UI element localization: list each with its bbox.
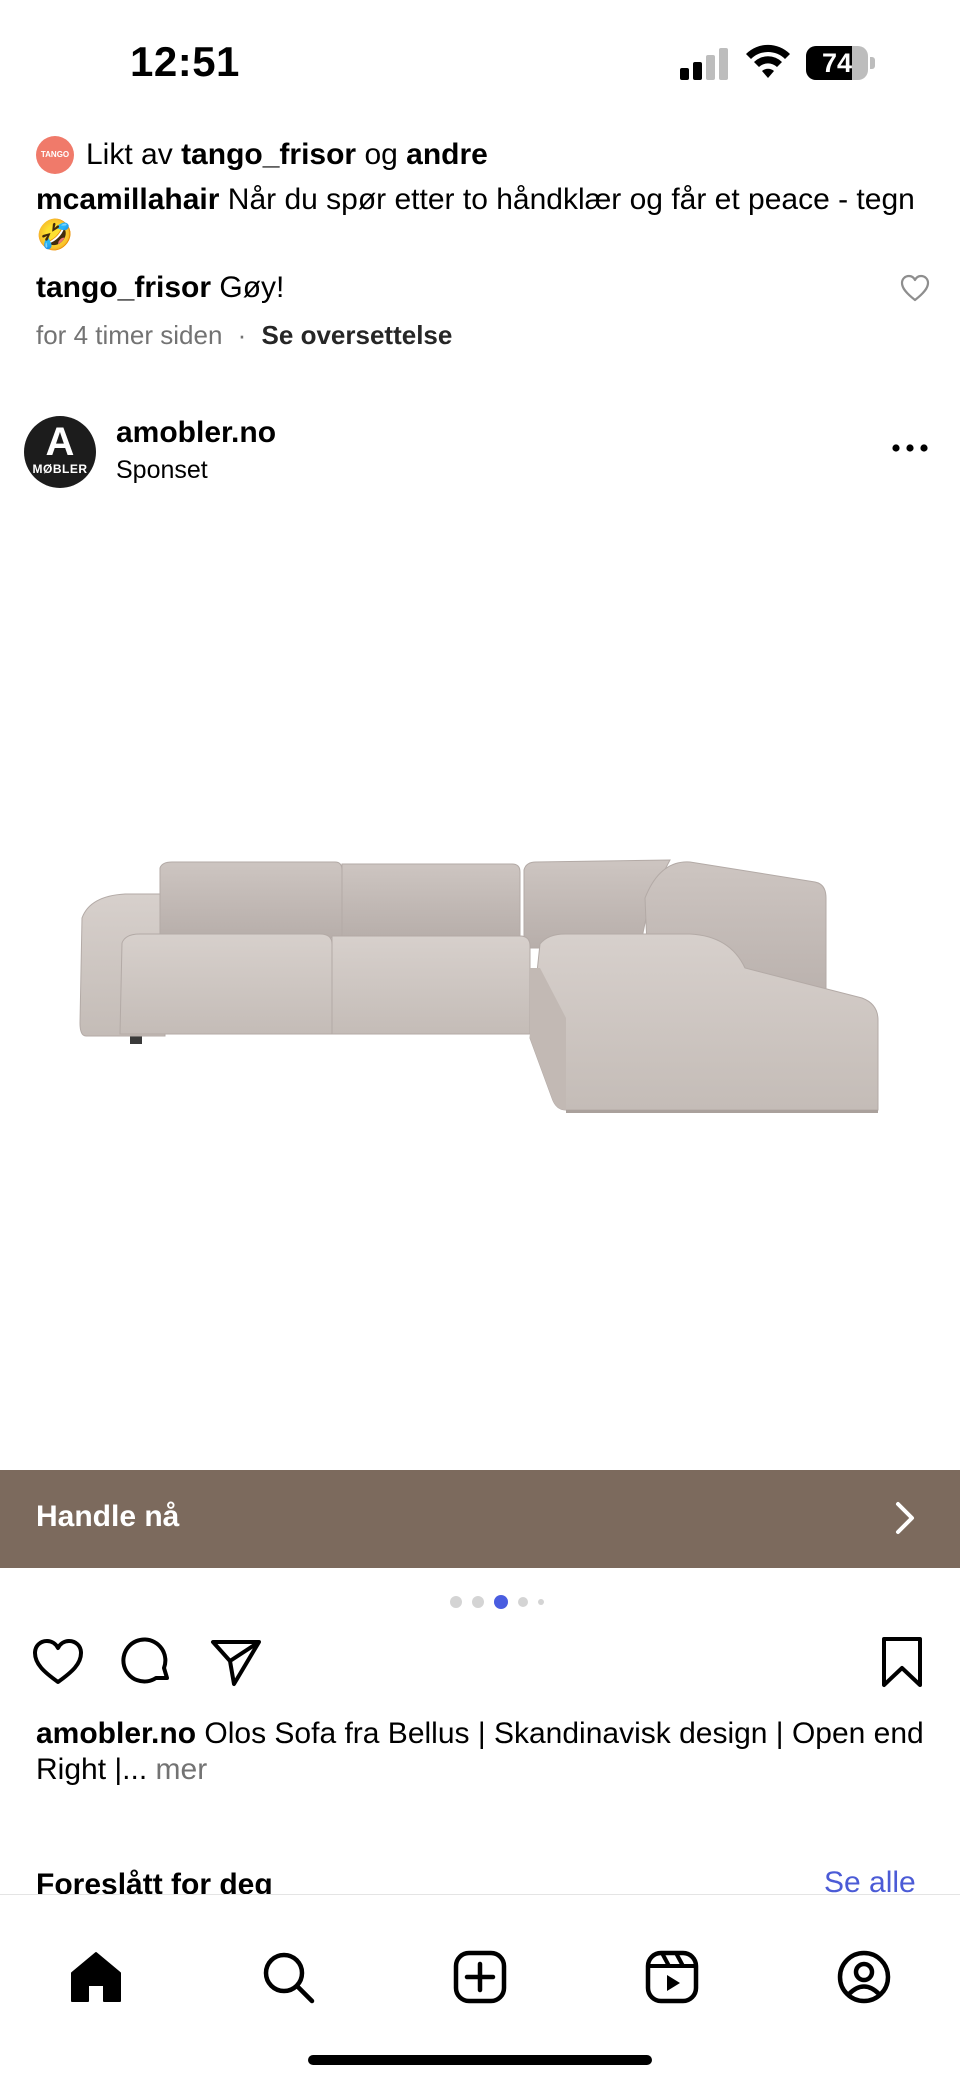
save-bookmark-icon[interactable] <box>874 1634 930 1690</box>
carousel-dot <box>472 1596 484 1608</box>
meta-separator: · <box>237 320 247 350</box>
liked-others-link[interactable]: andre <box>406 137 488 173</box>
post-meta-row: for 4 timer siden · Se oversettelse <box>36 320 452 351</box>
battery-icon: 74 <box>806 46 876 82</box>
signal-icon <box>680 48 728 80</box>
sponsored-label: Sponset <box>116 456 208 484</box>
search-icon[interactable] <box>260 1949 316 2005</box>
carousel-indicator <box>450 1595 544 1609</box>
comment-username[interactable]: tango_frisor <box>36 271 211 304</box>
caption-username[interactable]: mcamillahair <box>36 183 219 216</box>
reels-icon[interactable] <box>644 1949 700 2005</box>
shop-now-label: Handle nå <box>36 1500 180 1533</box>
comment-row: tango_frisor Gøy! <box>36 270 284 306</box>
like-heart-icon[interactable] <box>30 1634 86 1690</box>
status-time: 12:51 <box>130 38 240 85</box>
battery-level: 74 <box>821 48 853 78</box>
post-caption: amobler.no Olos Sofa fra Bellus | Skandi… <box>36 1716 936 1788</box>
create-post-icon[interactable] <box>452 1949 508 2005</box>
liked-joiner: og <box>364 138 398 171</box>
shop-now-button[interactable]: Handle nå <box>0 1470 960 1568</box>
liked-user-link[interactable]: tango_frisor <box>181 137 356 173</box>
liked-prefix: Likt av <box>86 138 173 171</box>
liked-by-row: TANGO Likt av tango_frisor og andre <box>36 136 488 174</box>
share-send-icon[interactable] <box>208 1634 264 1690</box>
wifi-icon <box>746 44 790 78</box>
account-name[interactable]: amobler.no <box>116 416 276 450</box>
profile-icon[interactable] <box>836 1949 892 2005</box>
home-icon[interactable] <box>68 1949 124 2005</box>
carousel-dot <box>494 1595 508 1609</box>
bottom-tab-bar <box>0 1894 960 2082</box>
sofa-image <box>79 859 879 1113</box>
carousel-dot <box>450 1596 462 1608</box>
translate-link[interactable]: Se oversettelse <box>262 320 453 350</box>
chevron-right-icon <box>896 1502 914 1534</box>
carousel-dot <box>518 1597 528 1607</box>
post-image[interactable] <box>0 498 960 1470</box>
comment-icon[interactable] <box>118 1634 174 1690</box>
account-avatar[interactable]: A MØBLER <box>24 416 96 488</box>
carousel-dot <box>538 1599 544 1605</box>
caption-username[interactable]: amobler.no <box>36 1717 196 1750</box>
time-ago: for 4 timer siden <box>36 320 223 350</box>
more-options-icon[interactable] <box>890 440 930 456</box>
comment-like-heart-icon[interactable] <box>900 274 930 302</box>
liker-avatar[interactable]: TANGO <box>36 136 74 174</box>
caption-more-link[interactable]: mer <box>156 1753 208 1786</box>
prev-caption: mcamillahair Når du spør etter to håndkl… <box>36 182 936 254</box>
home-indicator[interactable] <box>308 2055 652 2065</box>
comment-text: Gøy! <box>219 271 285 304</box>
